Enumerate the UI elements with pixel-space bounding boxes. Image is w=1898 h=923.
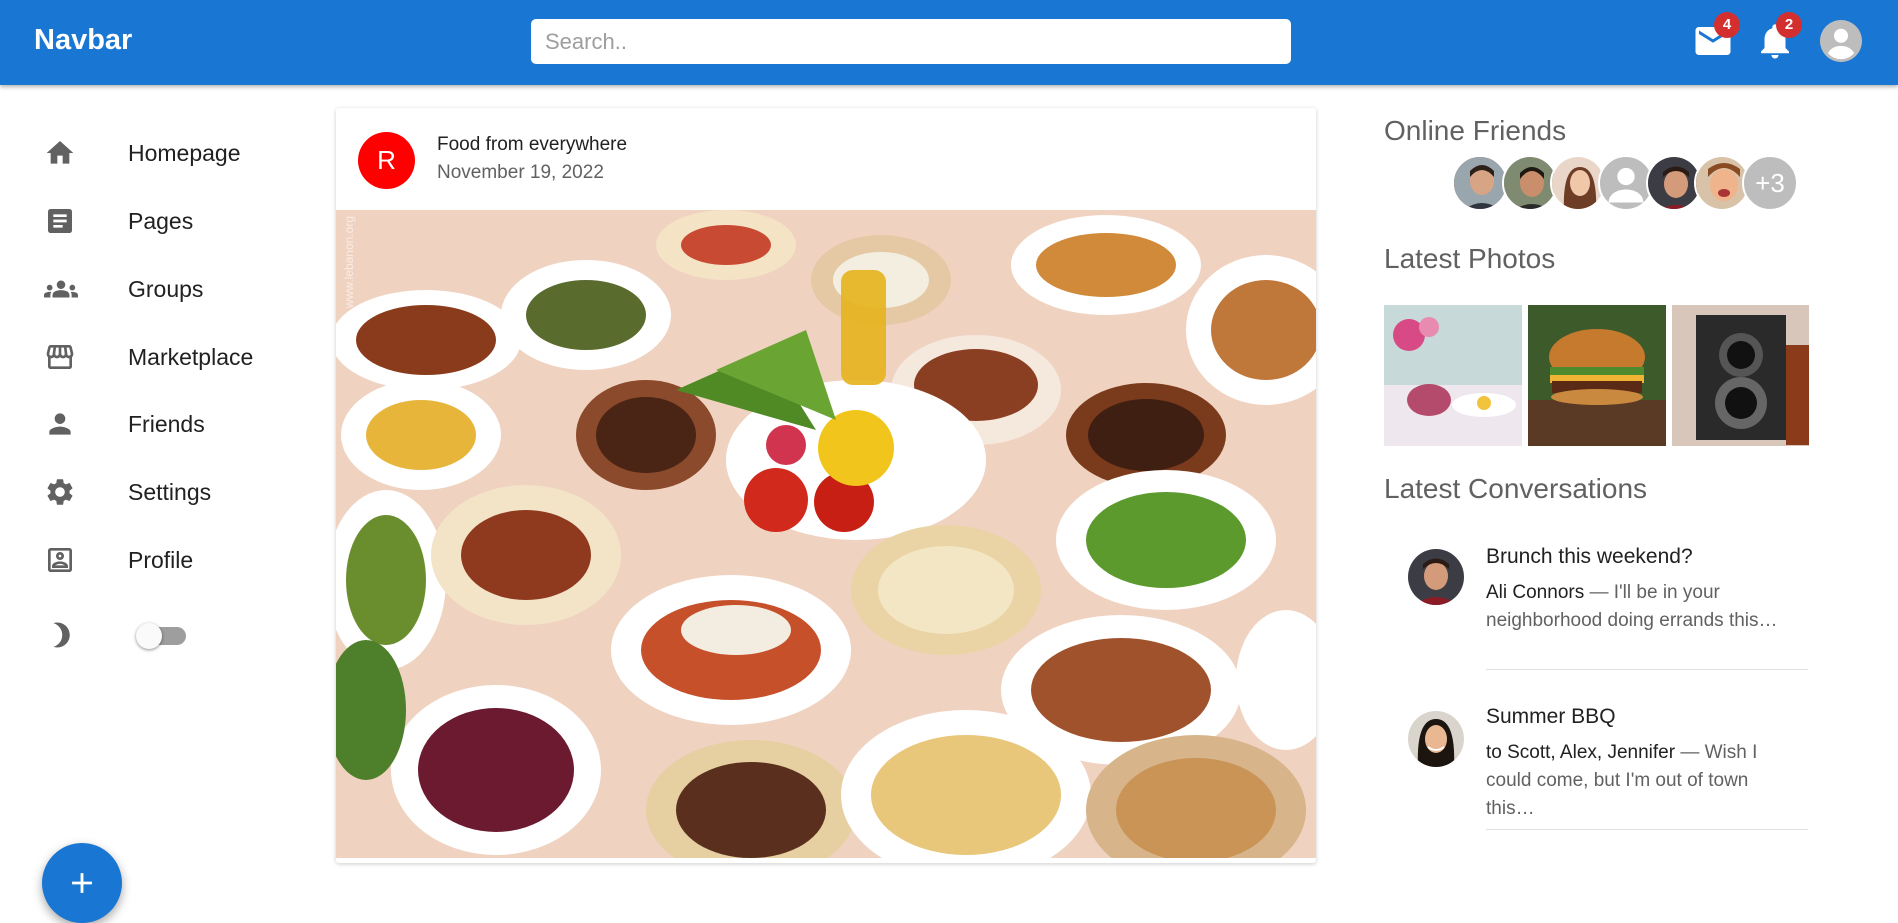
post-title: Food from everywhere: [437, 134, 628, 155]
switch-thumb: [136, 623, 162, 649]
conversation-title: Summer BBQ: [1486, 705, 1616, 728]
mail-badge: 4: [1714, 12, 1740, 38]
sidebar-item-label: Pages: [128, 207, 194, 234]
conversation-divider: [1486, 669, 1808, 670]
article-icon: [28, 205, 94, 237]
post-card: R Food from everywhere November 19, 2022: [336, 108, 1316, 863]
sidebar-item-marketplace[interactable]: Marketplace: [28, 331, 308, 383]
sidebar-item-label: Friends: [128, 410, 205, 437]
groups-icon: [28, 272, 94, 306]
dark-mode-switch[interactable]: [136, 621, 190, 649]
sidebar-item-label: Profile: [128, 546, 194, 573]
sidebar-item-friends[interactable]: Friends: [28, 398, 308, 450]
left-sidebar: Homepage Pages Groups Marketplace Friend…: [0, 85, 320, 923]
contact-photo-icon: [1408, 711, 1464, 767]
conversation-avatar: [1408, 549, 1464, 605]
search-input[interactable]: [531, 19, 1291, 64]
conversation-sender: to Scott, Alex, Jennifer: [1486, 742, 1676, 763]
mail-button[interactable]: 4: [1692, 12, 1740, 62]
post-avatar[interactable]: R: [358, 132, 415, 189]
online-friend-avatar[interactable]: [1452, 155, 1508, 211]
person-icon: [28, 408, 94, 440]
conversation-preview: Ali Connors — I'll be in your neighborho…: [1486, 579, 1786, 635]
right-sidebar: Online Friends +3 Latest Photos Latest C…: [1384, 85, 1898, 863]
sidebar-item-label: Marketplace: [128, 343, 254, 370]
conversation-divider: [1486, 829, 1808, 830]
conversation-avatar: [1408, 711, 1464, 767]
home-icon: [28, 137, 94, 169]
user-avatar[interactable]: [1820, 20, 1862, 62]
sidebar-item-settings[interactable]: Settings: [28, 466, 308, 518]
photo-burger: [1528, 305, 1666, 446]
top-navbar: Navbar 4 2: [0, 0, 1898, 85]
image-watermark: www.lebanon.org: [342, 216, 356, 309]
account-box-icon: [28, 544, 94, 576]
photo-breakfast-table: [1384, 305, 1522, 446]
sidebar-item-homepage[interactable]: Homepage: [28, 127, 308, 179]
sidebar-item-label: Groups: [128, 275, 204, 302]
add-post-button[interactable]: [42, 843, 122, 923]
friend-photo-icon: [1454, 157, 1506, 209]
conversation-title: Brunch this weekend?: [1486, 545, 1693, 568]
account-circle-icon: [1820, 20, 1862, 62]
sidebar-item-pages[interactable]: Pages: [28, 195, 308, 247]
conversation-preview: to Scott, Alex, Jennifer — Wish I could …: [1486, 739, 1786, 823]
navbar-logo[interactable]: Navbar: [34, 24, 132, 57]
sidebar-item-label: Homepage: [128, 139, 241, 166]
latest-photos-title: Latest Photos: [1384, 243, 1556, 274]
notifications-badge: 2: [1776, 12, 1802, 38]
post-date: November 19, 2022: [437, 162, 604, 183]
more-friends-count[interactable]: +3: [1742, 155, 1798, 211]
conversation-sender: Ali Connors: [1486, 582, 1585, 603]
post-image[interactable]: www.lebanon.org: [336, 210, 1316, 858]
latest-conversations-title: Latest Conversations: [1384, 473, 1648, 504]
person-placeholder-icon: [1608, 167, 1644, 203]
notifications-button[interactable]: 2: [1754, 12, 1802, 62]
latest-photo[interactable]: [1672, 305, 1809, 446]
photo-vintage-camera: [1672, 305, 1809, 446]
sidebar-item-profile[interactable]: Profile: [28, 534, 308, 586]
add-icon: [72, 873, 92, 893]
sidebar-item-label: Settings: [128, 478, 212, 505]
sidebar-item-groups[interactable]: Groups: [28, 263, 308, 315]
settings-icon: [28, 476, 94, 508]
dark-mode-icon: [46, 619, 76, 656]
contact-photo-icon: [1408, 549, 1464, 605]
online-friends-title: Online Friends: [1384, 115, 1567, 146]
latest-photo[interactable]: [1528, 305, 1666, 446]
storefront-icon: [28, 341, 94, 373]
latest-photo[interactable]: [1384, 305, 1522, 446]
food-spread-illustration: [336, 210, 1316, 858]
